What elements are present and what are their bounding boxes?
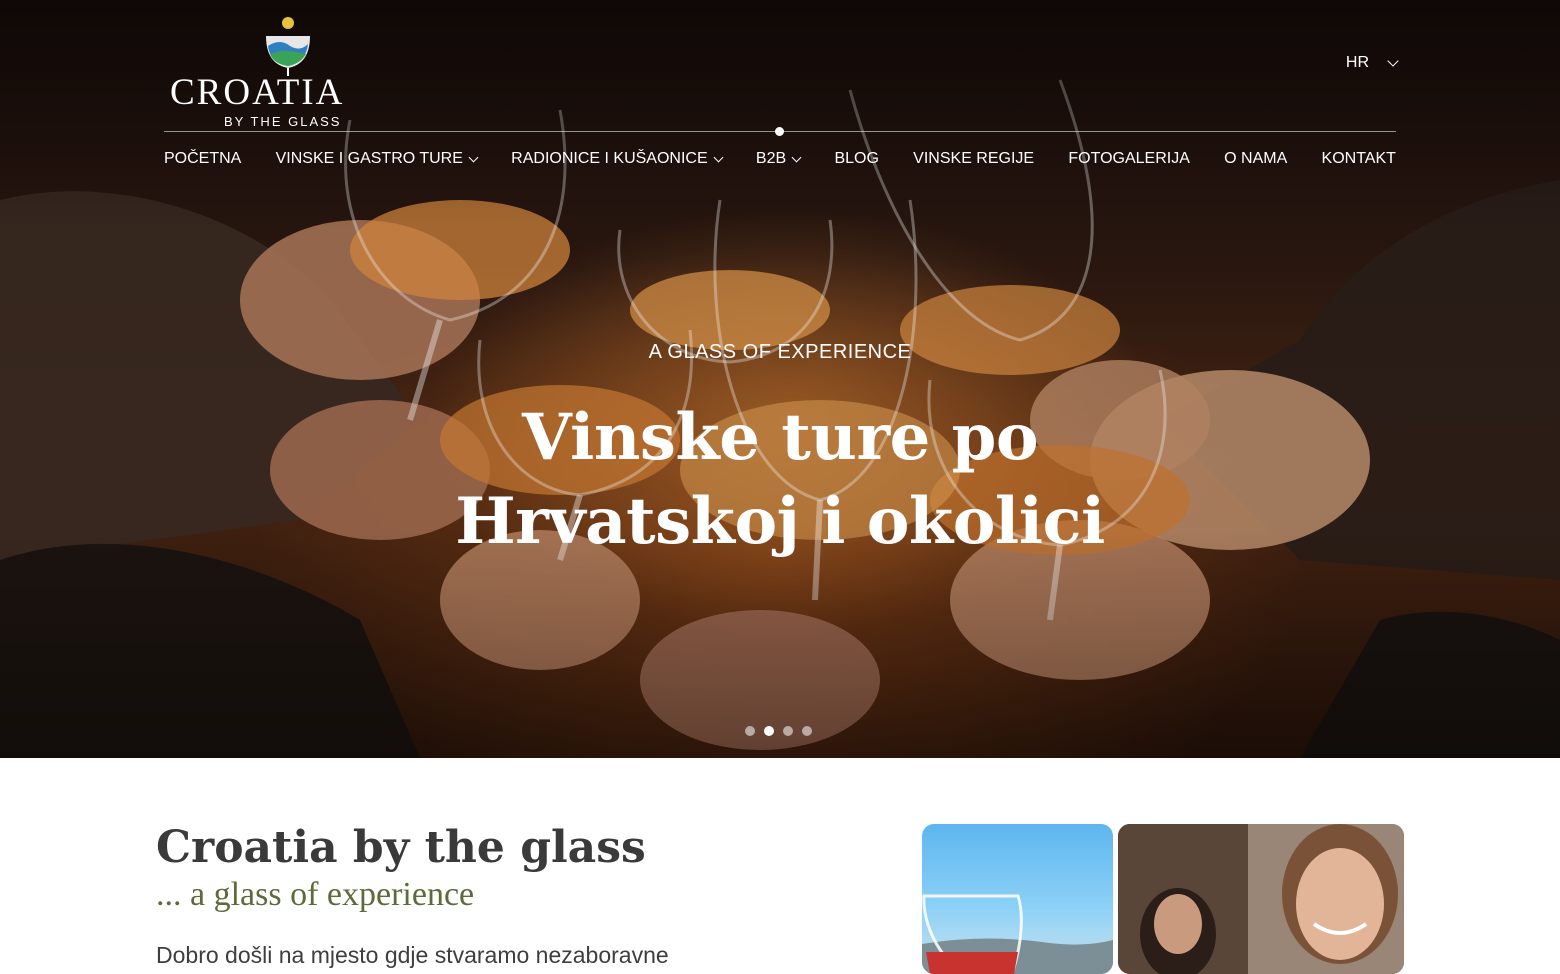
nav-item-b2b[interactable]: B2B bbox=[755, 150, 802, 168]
language-switcher[interactable]: HR bbox=[1345, 54, 1399, 72]
nav-item-label: FOTOGALERIJA bbox=[1068, 150, 1190, 167]
hero-headline-line-1: Vinske ture po bbox=[522, 400, 1039, 475]
chevron-down-icon bbox=[713, 152, 724, 162]
wine-glass-photo bbox=[922, 894, 1113, 974]
slider-pagination bbox=[745, 726, 812, 736]
site-logo[interactable]: CROATIA BY THE GLASS bbox=[166, 16, 346, 129]
intro-title: Croatia by the glass bbox=[156, 822, 646, 873]
nav-item-label: RADIONICE I KUŠAONICE bbox=[511, 150, 708, 167]
language-label: HR bbox=[1345, 54, 1369, 71]
nav-item-kontakt[interactable]: KONTAKT bbox=[1322, 150, 1396, 168]
nav-item-radionice-kusaonice[interactable]: RADIONICE I KUŠAONICE bbox=[511, 150, 724, 168]
nav-item-vinske-regije[interactable]: VINSKE REGIJE bbox=[913, 150, 1034, 168]
chevron-down-icon bbox=[468, 152, 479, 162]
chevron-down-icon bbox=[791, 152, 802, 162]
slider-dot-1[interactable] bbox=[745, 726, 755, 736]
intro-subtitle: ... a glass of experience bbox=[156, 876, 475, 913]
nav-item-pocetna[interactable]: POČETNA bbox=[164, 150, 241, 168]
logo-tagline: BY THE GLASS bbox=[224, 114, 342, 129]
slider-dot-2[interactable] bbox=[764, 726, 774, 736]
nav-item-o-nama[interactable]: O NAMA bbox=[1224, 150, 1287, 168]
nav-item-vinske-gastro-ture[interactable]: VINSKE I GASTRO TURE bbox=[275, 150, 479, 168]
logo-wordmark: CROATIA bbox=[170, 72, 345, 113]
hero-kicker: A GLASS OF EXPERIENCE bbox=[648, 341, 912, 363]
hero-headline: Vinske ture po Hrvatskoj i okolici bbox=[0, 396, 1560, 564]
nav-item-label: BLOG bbox=[834, 150, 879, 167]
nav-item-blog[interactable]: BLOG bbox=[834, 150, 878, 168]
slider-dot-4[interactable] bbox=[802, 726, 812, 736]
gallery-image-guests[interactable] bbox=[1118, 824, 1404, 974]
nav-item-fotogalerija[interactable]: FOTOGALERIJA bbox=[1068, 150, 1190, 168]
nav-item-label: VINSKE REGIJE bbox=[913, 150, 1035, 167]
slider-dot-3[interactable] bbox=[783, 726, 793, 736]
intro-text: Dobro došli na mjesto gdje stvaramo neza… bbox=[156, 942, 669, 968]
chevron-down-icon bbox=[1387, 54, 1399, 67]
nav-item-label: KONTAKT bbox=[1321, 150, 1396, 167]
nav-item-label: VINSKE I GASTRO TURE bbox=[275, 150, 463, 167]
nav-item-label: O NAMA bbox=[1224, 150, 1288, 167]
wine-glass-logo-icon bbox=[266, 17, 310, 76]
guests-photo bbox=[1118, 824, 1404, 974]
nav-divider-dot bbox=[775, 127, 784, 136]
main-navigation: POČETNA VINSKE I GASTRO TURE RADIONICE I… bbox=[164, 150, 1396, 168]
gallery-image-wine-glass[interactable] bbox=[922, 824, 1113, 974]
hero-slider: CROATIA BY THE GLASS HR POČETNA VINSKE I… bbox=[0, 0, 1560, 758]
nav-item-label: B2B bbox=[755, 150, 787, 167]
hero-headline-line-2: Hrvatskoj i okolici bbox=[455, 484, 1105, 559]
nav-item-label: POČETNA bbox=[164, 150, 242, 167]
